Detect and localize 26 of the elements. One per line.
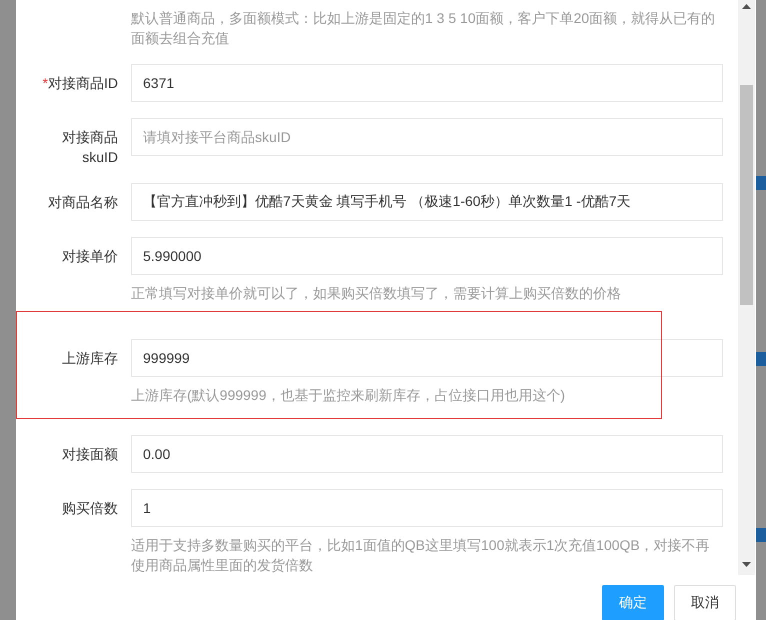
scrollbar[interactable] (738, 0, 755, 575)
text-field[interactable]: 999999 (131, 339, 723, 377)
tag-badge (756, 528, 766, 542)
text-field[interactable]: 请填对接平台商品skuID (131, 118, 723, 156)
field-label: 对接面额 (62, 445, 118, 464)
cancel-button[interactable]: 取消 (674, 585, 736, 620)
help-text: 上游库存(默认999999，也基于监控来刷新库存，占位接口用也用这个) (131, 386, 566, 405)
help-text: 正常填写对接单价就可以了，如果购买倍数填写了，需要计算上购买倍数的价格 (131, 284, 622, 303)
text-field[interactable]: 0.00 (131, 435, 723, 473)
field-label: 对商品名称 (48, 193, 118, 212)
field-label: 对接单价 (62, 247, 118, 266)
scroll-down-icon[interactable] (742, 562, 751, 567)
text-field[interactable]: 1 (131, 489, 723, 527)
scroll-up-icon[interactable] (742, 4, 751, 9)
help-text: 默认普通商品，多面额模式：比如上游是固定的1 3 5 10面额，客户下单20面额，就得从已有的面额去组合充值 (131, 9, 716, 48)
required-mark: * (42, 75, 48, 91)
text-field[interactable]: 5.990000 (131, 237, 723, 275)
tag-badge (756, 352, 766, 366)
field-label: 购买倍数 (62, 499, 118, 518)
field-label: 对接商品skuID (61, 128, 118, 167)
field-label: 上游库存 (62, 349, 118, 368)
help-text: 适用于支持多数量购买的平台，比如1面值的QB这里填写100就表示1次充值100QB，对接不再使用商品属性里面的发货倍数 (131, 536, 711, 575)
text-field[interactable]: 【官方直冲秒到】优酷7天黄金 填写手机号 （极速1-60秒）单次数量1 -优酷7天 (131, 183, 723, 221)
field-label: 对接商品ID (48, 74, 118, 93)
text-field[interactable]: 6371 (131, 64, 723, 102)
tag-badge (756, 176, 766, 190)
